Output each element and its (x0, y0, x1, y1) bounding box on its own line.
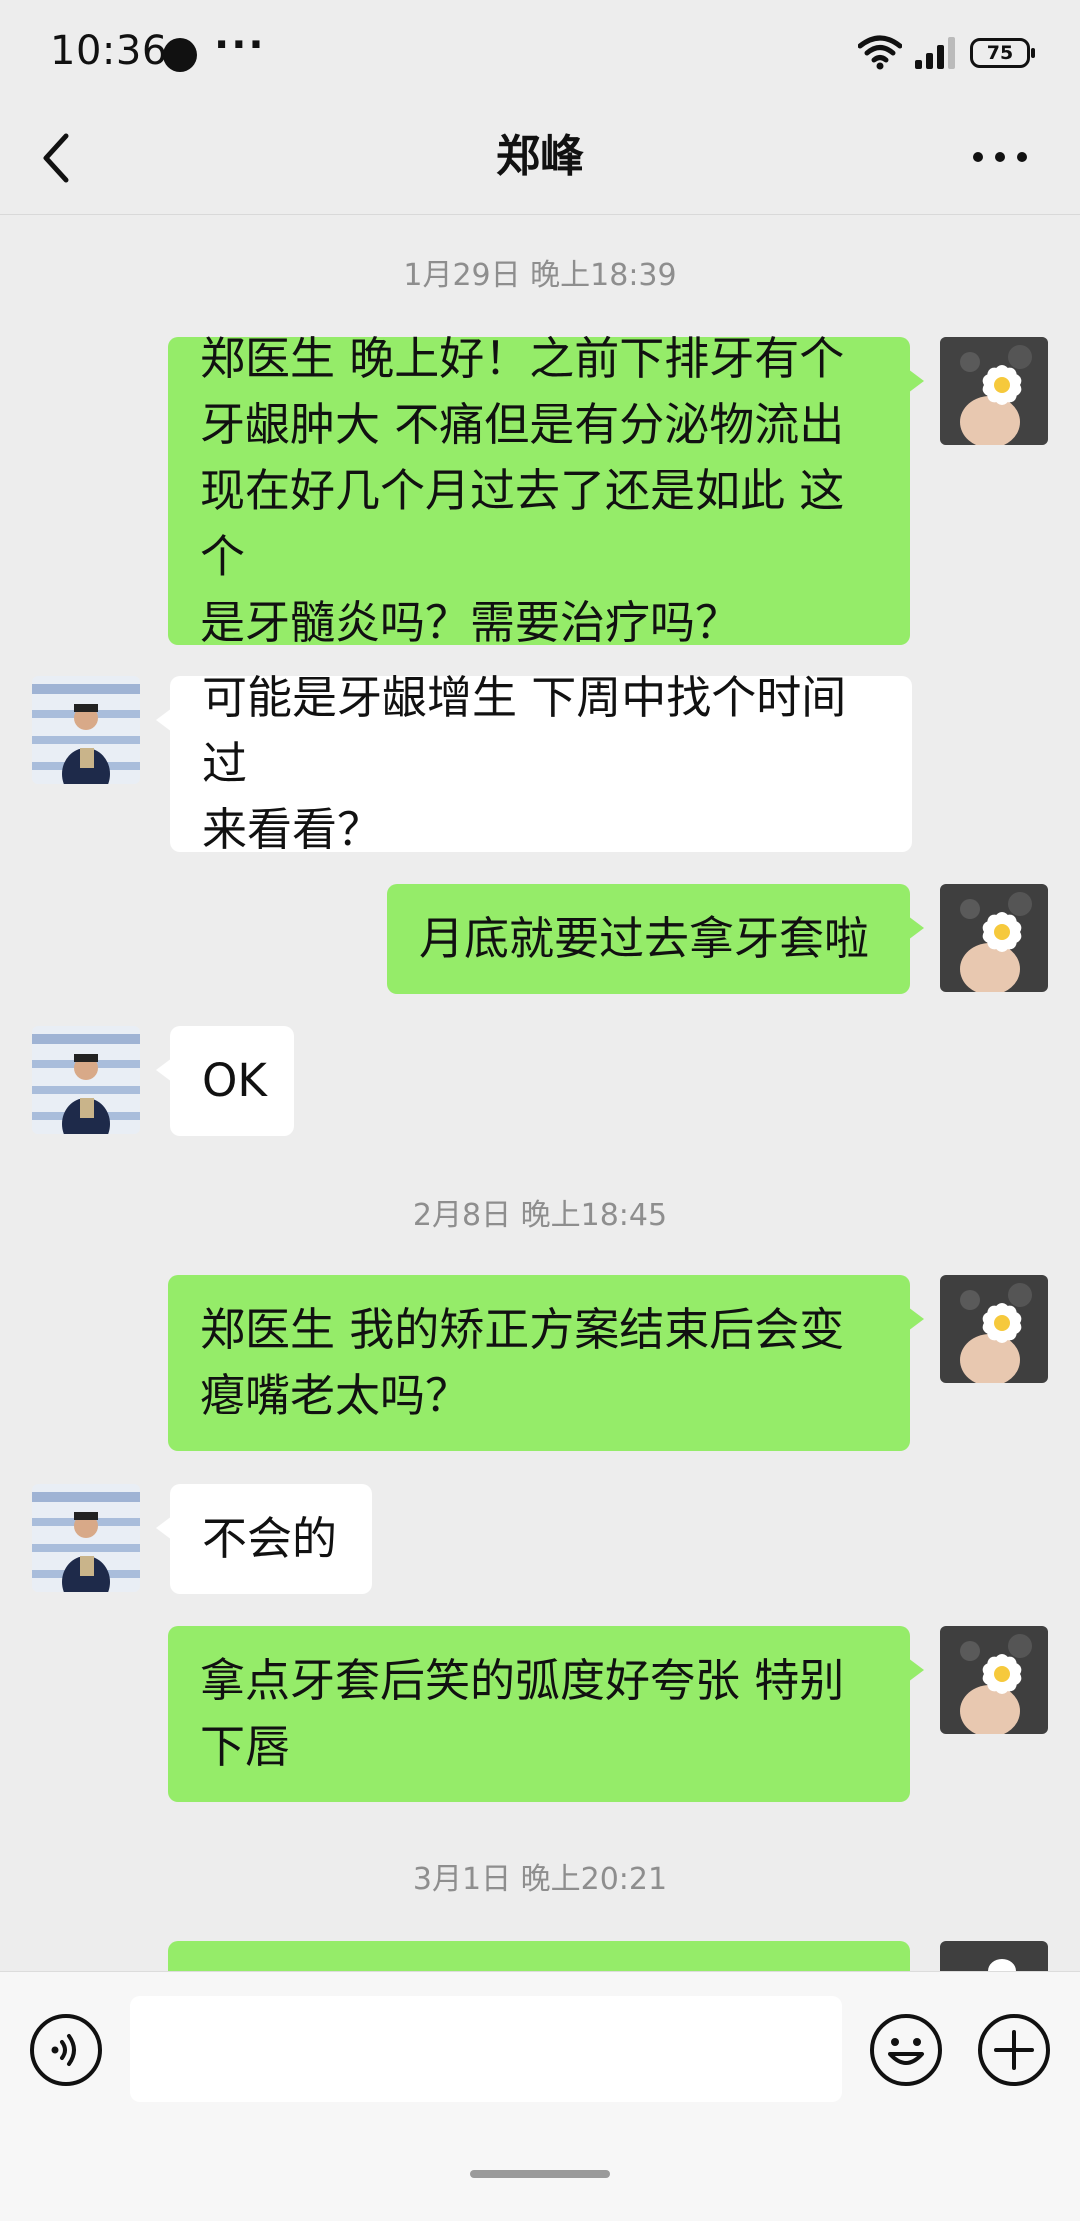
home-indicator[interactable] (470, 2170, 610, 2178)
voice-icon[interactable] (28, 2012, 104, 2088)
message-line: 瘪嘴老太吗？ (200, 1369, 471, 1422)
message-line: 牙龈肿大 不痛但是有分泌物流出 (200, 398, 845, 451)
timestamp: 3月1日 晚上20:21 (412, 1862, 668, 1897)
contact-avatar[interactable] (32, 1484, 140, 1592)
battery-icon: 75 (970, 38, 1035, 68)
message-line: 郑医生 我的矫正方案结束后会变 (200, 1303, 845, 1356)
timestamp: 1月29日 晚上18:39 (403, 258, 677, 293)
message-line: 来看看？ (202, 803, 383, 856)
message-line: 下唇 (200, 1720, 291, 1773)
message-line: 郑医生 晚上好！之前下排牙有个 (200, 332, 845, 385)
message-line: 月底就要过去拿牙套啦 (419, 912, 870, 965)
message-line: OK (202, 1054, 267, 1107)
message-line: 不会的 (202, 1512, 338, 1565)
message-bubble-received[interactable]: OK (156, 1026, 294, 1136)
message-input[interactable] (130, 1996, 842, 2102)
status-time: 10:36 (50, 28, 168, 74)
my-avatar[interactable] (940, 1941, 1048, 1971)
message-line: 是牙髓炎吗？需要治疗吗？ (200, 596, 741, 649)
signal-icon (915, 37, 955, 69)
status-more: ··· (214, 22, 266, 68)
chat-header: 郑峰 (0, 110, 1080, 215)
message-bubble-received[interactable]: 可能是牙龈增生 下周中找个时间过 来看看？ (156, 671, 912, 856)
message-bubble-received[interactable]: 不会的 (156, 1484, 372, 1594)
message-line: 现在好几个月过去了还是如此 这个 (200, 464, 845, 583)
message-bubble-sent-partial[interactable] (168, 1941, 924, 1997)
chat-title: 郑峰 (496, 131, 584, 182)
emoji-icon[interactable] (868, 2012, 944, 2088)
wifi-icon (858, 35, 902, 70)
more-icon[interactable] (970, 132, 1030, 182)
message-line: 可能是牙龈增生 下周中找个时间过 (202, 671, 847, 790)
message-line: 拿点牙套后笑的弧度好夸张 特别 (200, 1654, 845, 1707)
plus-icon[interactable] (976, 2012, 1052, 2088)
message-bubble-sent[interactable]: 郑医生 晚上好！之前下排牙有个 牙龈肿大 不痛但是有分泌物流出 现在好几个月过去… (168, 332, 924, 649)
message-bubble-sent[interactable]: 郑医生 我的矫正方案结束后会变 瘪嘴老太吗？ (168, 1275, 924, 1451)
timestamp: 2月8日 晚上18:45 (412, 1198, 668, 1233)
my-avatar[interactable] (940, 1275, 1048, 1383)
notification-icon (163, 38, 197, 72)
my-avatar[interactable] (940, 884, 1048, 992)
my-avatar[interactable] (940, 337, 1048, 445)
status-bar: 10:36 ··· 75 (0, 0, 1080, 110)
contact-avatar[interactable] (32, 1026, 140, 1134)
contact-avatar[interactable] (32, 676, 140, 784)
message-bubble-sent[interactable]: 拿点牙套后笑的弧度好夸张 特别 下唇 (168, 1626, 924, 1802)
input-bar (0, 1971, 1080, 2221)
message-bubble-sent[interactable]: 月底就要过去拿牙套啦 (387, 884, 924, 994)
my-avatar[interactable] (940, 1626, 1048, 1734)
